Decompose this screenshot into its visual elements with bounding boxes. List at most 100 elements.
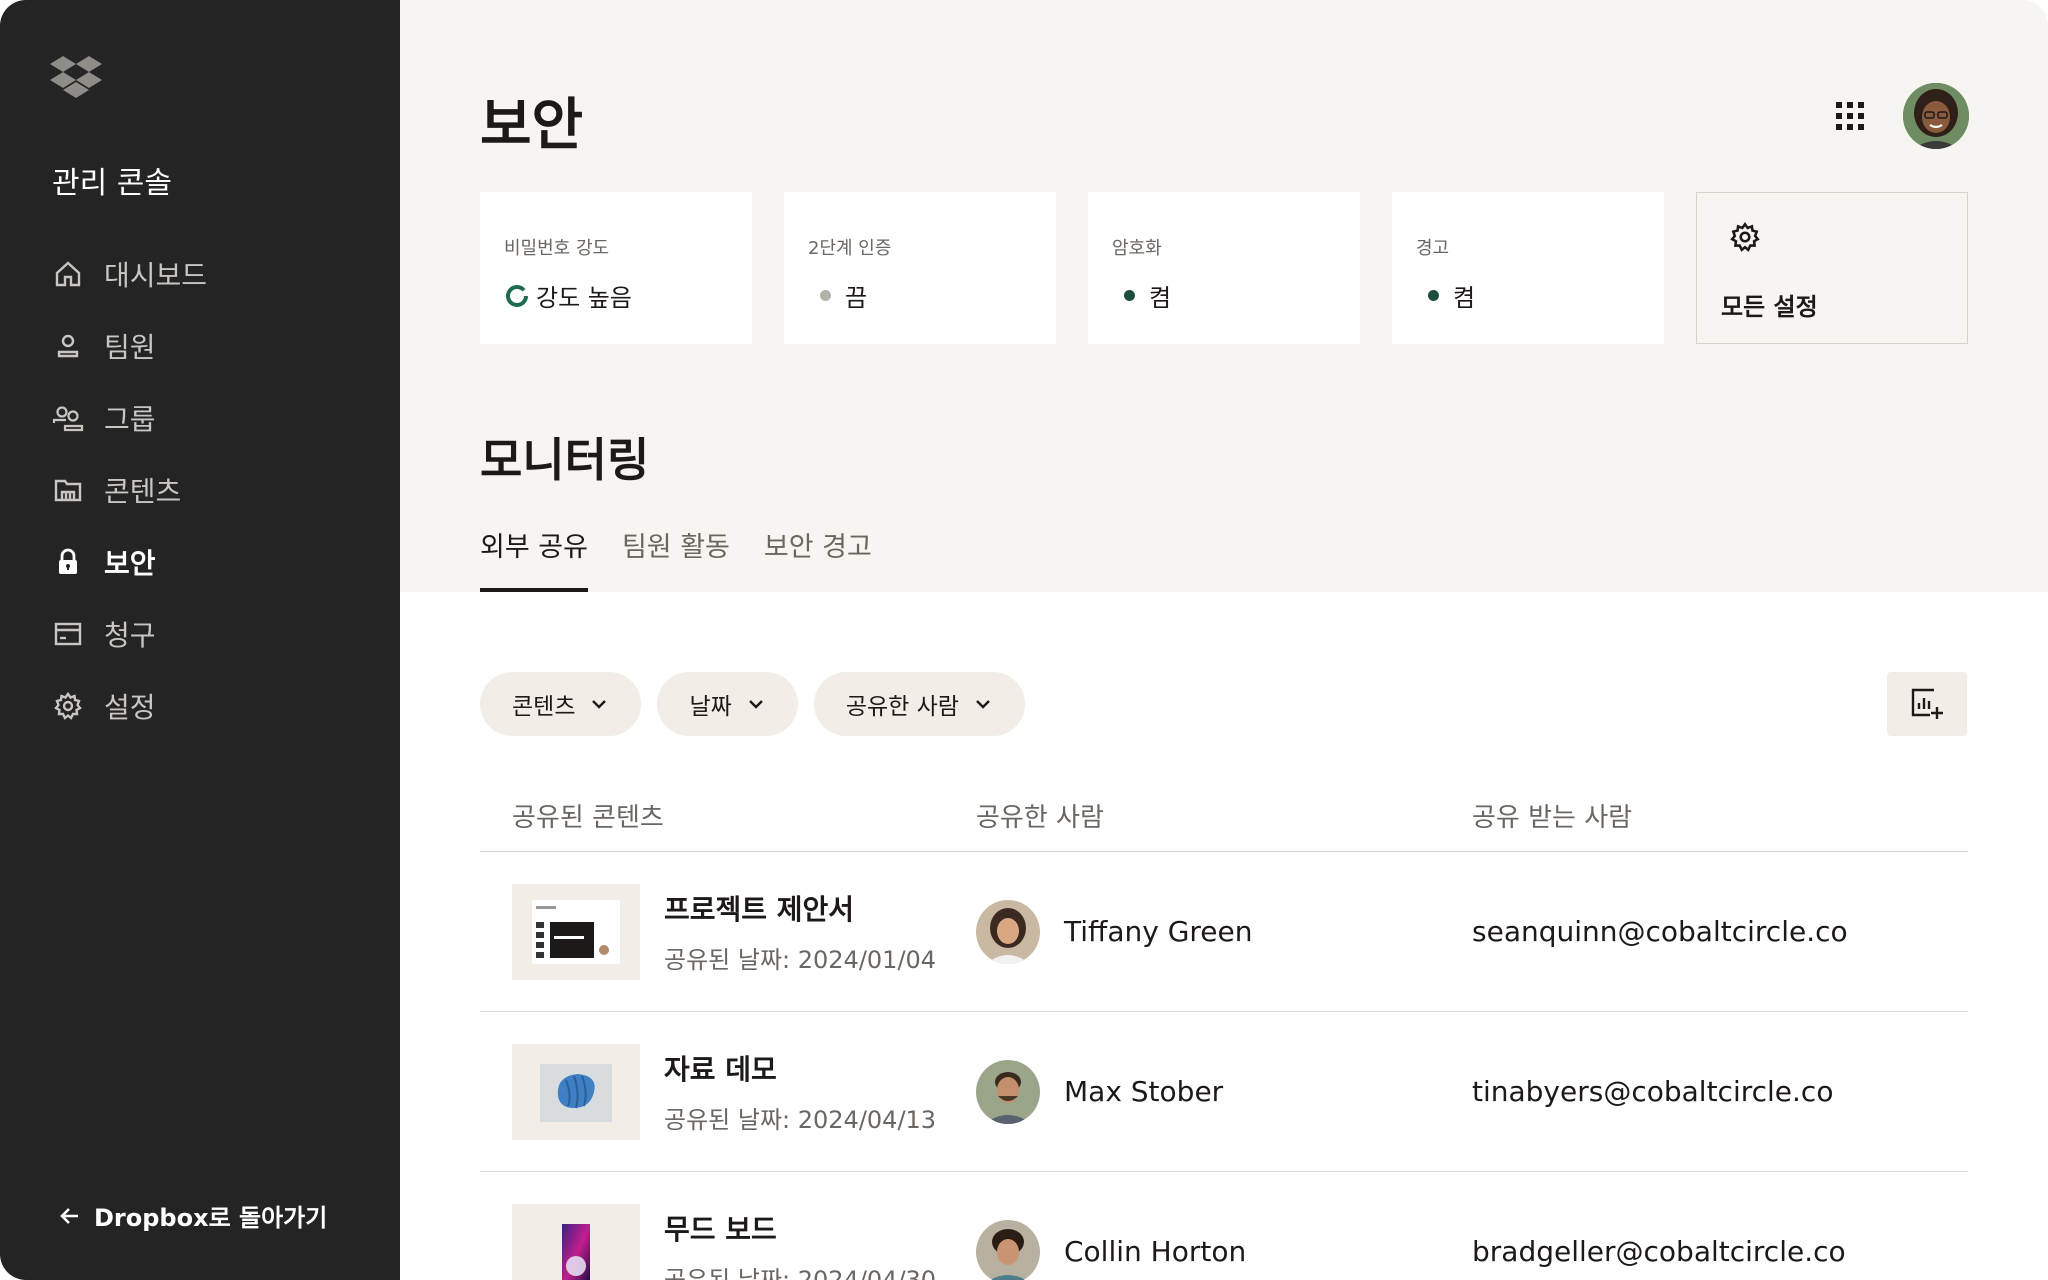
shared-date: 공유된 날짜: 2024/04/30 — [664, 1266, 937, 1280]
file-name[interactable]: 무드 보드 — [664, 1208, 936, 1248]
gear-icon — [1729, 221, 1943, 257]
chart-add-icon — [1911, 688, 1943, 719]
filter-content-dropdown[interactable]: 콘텐츠 — [480, 672, 642, 736]
column-header-content[interactable]: 공유된 콘텐츠 — [480, 797, 976, 834]
table-header: 공유된 콘텐츠 공유한 사람 공유 받는 사람 — [480, 780, 1968, 852]
card-value: 강도 높음 — [504, 278, 728, 313]
table-row[interactable]: 자료 데모 공유된 날짜: 2024/04/13 Max Stober tina… — [480, 1012, 1968, 1172]
sidebar-item-content[interactable]: 콘텐츠 — [52, 454, 382, 526]
tab-security-alerts[interactable]: 보안 경고 — [764, 520, 872, 592]
shared-content-table: 공유된 콘텐츠 공유한 사람 공유 받는 사람 프로젝트 제안서 공유된 날짜:… — [480, 780, 1968, 1280]
shared-content-cell: 무드 보드 공유된 날짜: 2024/04/30 — [480, 1203, 976, 1280]
filter-date-dropdown[interactable]: 날짜 — [657, 672, 798, 736]
tab-external-sharing[interactable]: 외부 공유 — [480, 520, 588, 592]
back-link-label: Dropbox로 돌아가기 — [94, 1204, 328, 1232]
chevron-down-icon — [589, 694, 609, 714]
file-name[interactable]: 프로젝트 제안서 — [664, 888, 936, 928]
card-value: 끔 — [808, 278, 1032, 313]
card-label: 경고 — [1416, 238, 1450, 259]
table-row[interactable]: 무드 보드 공유된 날짜: 2024/04/30 Collin Horton b… — [480, 1172, 1968, 1280]
card-value: 켬 — [1416, 278, 1640, 313]
sidebar-item-members[interactable]: 팀원 — [52, 310, 382, 382]
card-label: 암호화 — [1112, 238, 1162, 259]
sidebar-item-dashboard[interactable]: 대시보드 — [52, 238, 382, 310]
avatar — [976, 1219, 1040, 1280]
sidebar-item-label: 그룹 — [104, 403, 156, 436]
dropbox-logo-icon[interactable] — [50, 56, 102, 100]
status-dot-icon — [820, 290, 831, 301]
card-value-text: 켬 — [1453, 284, 1476, 312]
all-settings-card[interactable]: 모든 설정 — [1696, 192, 1968, 344]
file-info: 프로젝트 제안서 공유된 날짜: 2024/01/04 — [664, 888, 936, 975]
monitoring-tabs: 외부 공유 팀원 활동 보안 경고 — [480, 520, 906, 592]
sharer-cell: Max Stober — [976, 1059, 1472, 1124]
sidebar-item-security[interactable]: 보안 — [52, 526, 382, 598]
file-name[interactable]: 자료 데모 — [664, 1048, 936, 1088]
arrow-left-icon — [58, 1204, 82, 1228]
billing-icon — [52, 618, 84, 650]
card-value-text: 강도 높음 — [536, 284, 632, 312]
sidebar-item-settings[interactable]: 설정 — [52, 670, 382, 742]
avatar — [976, 899, 1040, 964]
main-content: 보안 비밀번호 강도 강도 높음 2단계 인증 끔 암호화 켬 경고 켬 모든 … — [400, 0, 2048, 1280]
file-thumbnail — [512, 883, 640, 980]
chevron-down-icon — [973, 694, 993, 714]
card-value: 켬 — [1112, 278, 1336, 313]
recipient-email: bradgeller@cobaltcircle.co — [1472, 1235, 1846, 1268]
status-dot-icon — [1124, 290, 1135, 301]
filter-label: 콘텐츠 — [512, 694, 576, 720]
table-row[interactable]: 프로젝트 제안서 공유된 날짜: 2024/01/04 Tiffany Gree… — [480, 852, 1968, 1012]
tab-member-activity[interactable]: 팀원 활동 — [622, 520, 730, 592]
recipient-email: seanquinn@cobaltcircle.co — [1472, 915, 1848, 948]
sidebar-item-label: 콘텐츠 — [104, 475, 182, 508]
sidebar-item-label: 보안 — [104, 547, 156, 580]
page-title: 보안 — [480, 93, 584, 158]
sidebar-item-label: 설정 — [104, 691, 156, 724]
person-icon — [52, 330, 84, 362]
sidebar-item-label: 팀원 — [104, 331, 156, 364]
card-label: 2단계 인증 — [808, 238, 892, 259]
card-value-text: 켬 — [1149, 284, 1172, 312]
filter-label: 날짜 — [689, 694, 732, 720]
card-value-text: 끔 — [845, 284, 868, 312]
shared-content-cell: 프로젝트 제안서 공유된 날짜: 2024/01/04 — [480, 883, 976, 980]
header-area: 보안 비밀번호 강도 강도 높음 2단계 인증 끔 암호화 켬 경고 켬 모든 … — [400, 0, 2048, 592]
folder-icon — [52, 474, 84, 506]
file-info: 자료 데모 공유된 날짜: 2024/04/13 — [664, 1048, 936, 1135]
app-grid-button[interactable] — [1830, 96, 1870, 136]
all-settings-label: 모든 설정 — [1721, 293, 1818, 321]
avatar — [976, 1059, 1040, 1124]
shared-date: 공유된 날짜: 2024/04/13 — [664, 1106, 937, 1134]
filter-bar: 콘텐츠 날짜 공유한 사람 — [480, 672, 1025, 736]
home-icon — [52, 258, 84, 290]
sidebar-item-billing[interactable]: 청구 — [52, 598, 382, 670]
sidebar-item-label: 대시보드 — [104, 259, 208, 292]
sidebar-nav: 대시보드 팀원 그룹 콘텐츠 보안 청구 설정 — [52, 238, 382, 742]
password-strength-card[interactable]: 비밀번호 강도 강도 높음 — [480, 192, 752, 344]
two-step-verification-card[interactable]: 2단계 인증 끔 — [784, 192, 1056, 344]
back-to-dropbox-link[interactable]: Dropbox로 돌아가기 — [58, 1198, 327, 1233]
filter-sharer-dropdown[interactable]: 공유한 사람 — [813, 672, 1025, 736]
filter-label: 공유한 사람 — [845, 694, 959, 720]
sharer-cell: Tiffany Green — [976, 899, 1472, 964]
column-header-recipient[interactable]: 공유 받는 사람 — [1472, 797, 1968, 834]
user-avatar[interactable] — [1903, 83, 1969, 149]
column-header-sharer[interactable]: 공유한 사람 — [976, 797, 1472, 834]
lock-icon — [52, 546, 84, 578]
app-grid-icon — [1836, 102, 1864, 130]
shared-date: 공유된 날짜: 2024/01/04 — [664, 946, 937, 974]
file-thumbnail — [512, 1043, 640, 1140]
chevron-down-icon — [746, 694, 766, 714]
monitoring-title: 모니터링 — [480, 433, 650, 487]
security-status-cards: 비밀번호 강도 강도 높음 2단계 인증 끔 암호화 켬 경고 켬 모든 설정 — [480, 192, 1968, 344]
sidebar-item-groups[interactable]: 그룹 — [52, 382, 382, 454]
sharer-name: Collin Horton — [1064, 1235, 1247, 1268]
sharer-name: Max Stober — [1064, 1075, 1224, 1108]
alerts-card[interactable]: 경고 켬 — [1392, 192, 1664, 344]
group-icon — [52, 402, 84, 434]
console-title: 관리 콘솔 — [52, 166, 172, 201]
strength-ring-icon — [506, 284, 528, 307]
export-report-button[interactable] — [1887, 672, 1967, 736]
encryption-card[interactable]: 암호화 켬 — [1088, 192, 1360, 344]
card-label: 비밀번호 강도 — [504, 238, 610, 259]
